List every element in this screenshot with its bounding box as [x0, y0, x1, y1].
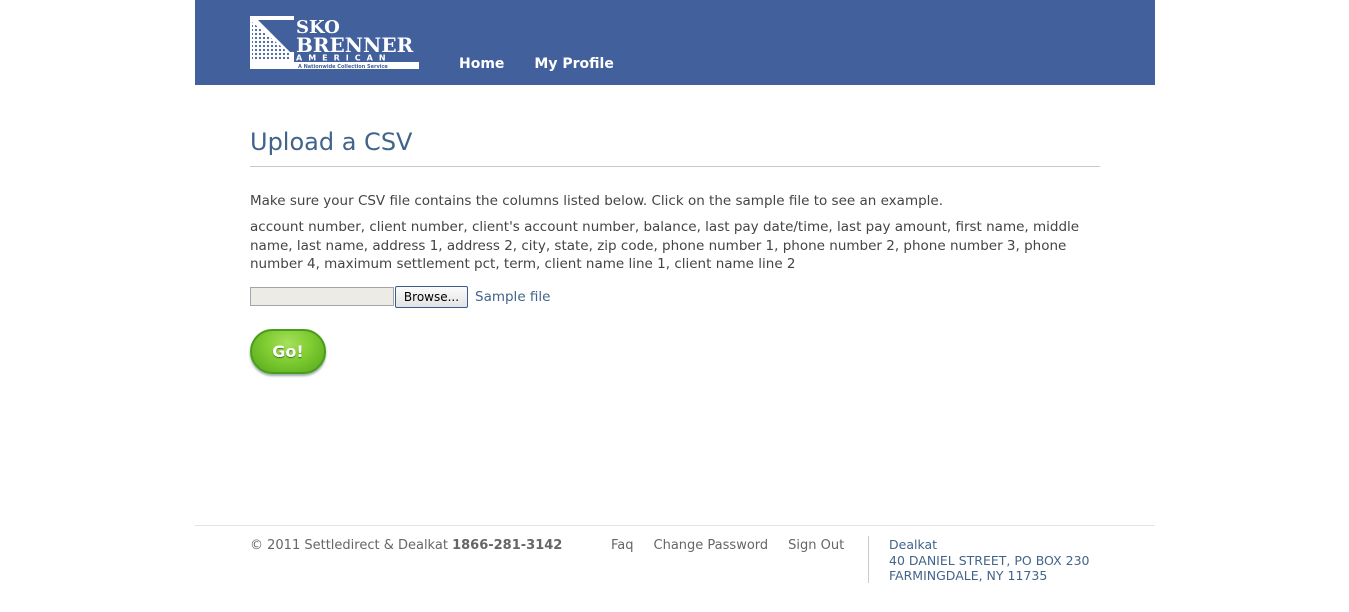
main-nav: Home My Profile	[459, 56, 644, 72]
copyright-text: © 2011 Settledirect & Dealkat	[250, 538, 448, 553]
address-street: 40 DANIEL STREET, PO BOX 230	[889, 552, 1090, 568]
svg-text:AMERICAN: AMERICAN	[296, 54, 392, 63]
footer-link-faq[interactable]: Faq	[611, 538, 634, 553]
browse-button[interactable]: Browse...	[395, 285, 468, 308]
footer-copyright: © 2011 Settledirect & Dealkat 1866-281-3…	[250, 538, 562, 553]
nav-home[interactable]: Home	[459, 56, 504, 72]
sko-brenner-logo[interactable]: SKO BRENNER AMERICAN A Nationwide Collec…	[250, 16, 419, 70]
footer-link-sign-out[interactable]: Sign Out	[788, 538, 844, 553]
required-columns-text: account number, client number, client's …	[250, 219, 1080, 272]
footer-links: Faq Change Password Sign Out	[611, 538, 864, 553]
footer-address: Dealkat 40 DANIEL STREET, PO BOX 230 FAR…	[889, 537, 1089, 584]
file-upload-row: Browse... Sample file	[250, 285, 1100, 308]
footer-link-change-password[interactable]: Change Password	[654, 538, 769, 553]
svg-text:A Nationwide Collection Servic: A Nationwide Collection Service	[298, 64, 388, 70]
nav-my-profile[interactable]: My Profile	[534, 56, 613, 72]
sample-file-link[interactable]: Sample file	[475, 289, 550, 305]
site-header: SKO BRENNER AMERICAN A Nationwide Collec…	[195, 0, 1155, 85]
go-button[interactable]: Go!	[250, 328, 326, 374]
file-path-field[interactable]	[250, 287, 394, 306]
main-content: Upload a CSV Make sure your CSV file con…	[250, 128, 1100, 374]
footer-phone: 1866-281-3142	[452, 538, 563, 553]
footer-vertical-divider	[868, 536, 869, 583]
page-title: Upload a CSV	[250, 128, 1100, 167]
instructions-text: Make sure your CSV file contains the col…	[250, 193, 944, 209]
address-company: Dealkat	[889, 537, 938, 552]
footer-divider-line	[195, 525, 1155, 526]
address-city: FARMINGDALE, NY 11735	[889, 568, 1048, 583]
